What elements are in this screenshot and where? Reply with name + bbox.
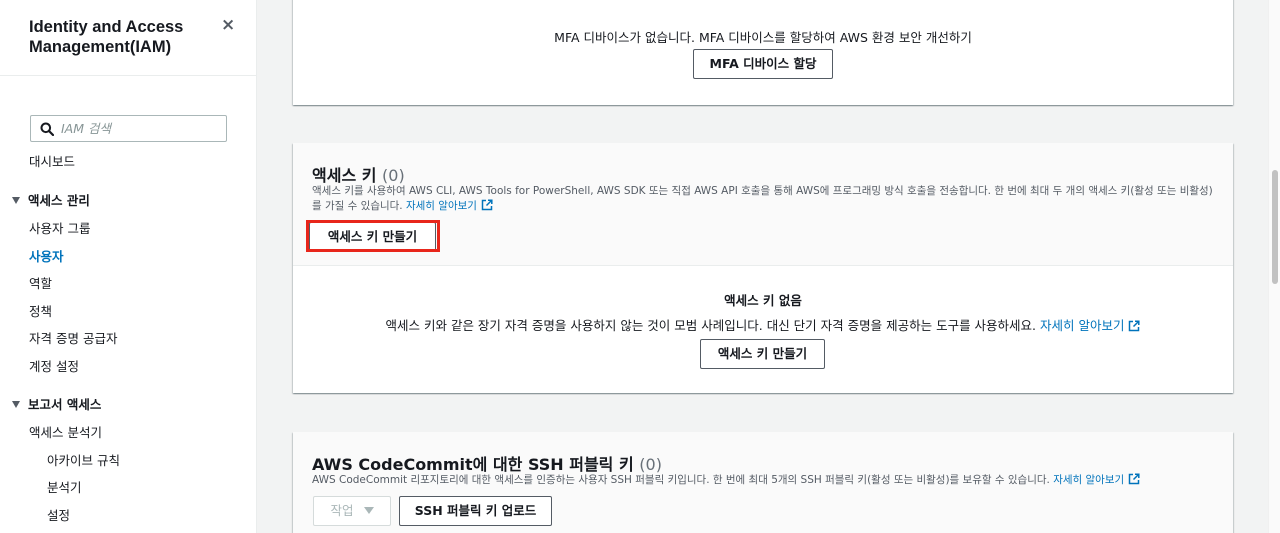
search-input[interactable] xyxy=(61,119,221,138)
access-keys-count: (0) xyxy=(382,166,405,185)
caret-down-icon xyxy=(12,401,20,408)
access-keys-title: 액세스 키 (0) xyxy=(312,166,405,185)
sidebar-item-archive-rules[interactable]: 아카이브 규칙 xyxy=(47,450,120,469)
sidebar-item-users[interactable]: 사용자 xyxy=(29,246,64,265)
sidebar-item-analyzers[interactable]: 분석기 xyxy=(47,477,82,496)
caret-down-icon xyxy=(12,197,20,204)
access-keys-header: 액세스 키 (0) 액세스 키를 사용하여 AWS CLI, AWS Tools… xyxy=(293,143,1233,266)
access-keys-learn-more-link[interactable]: 자세히 알아보기 xyxy=(406,200,477,212)
sidebar-section-label: 보고서 액세스 xyxy=(28,397,102,412)
sidebar-section-label: 액세스 관리 xyxy=(28,193,90,208)
ssh-keys-count: (0) xyxy=(639,455,662,474)
scrollbar-thumb[interactable] xyxy=(1272,170,1278,284)
sidebar-title: Identity and Access Management(IAM) xyxy=(29,18,184,56)
create-access-key-button[interactable]: 액세스 키 만들기 xyxy=(309,222,436,252)
ssh-keys-learn-more-link[interactable]: 자세히 알아보기 xyxy=(1053,474,1124,486)
external-link-icon xyxy=(1128,473,1140,485)
sidebar-item-dashboard[interactable]: 대시보드 xyxy=(29,151,75,170)
sidebar-item-roles[interactable]: 역할 xyxy=(29,273,52,292)
mfa-empty-message: MFA 디바이스가 없습니다. MFA 디바이스를 할당하여 AWS 환경 보안… xyxy=(554,30,972,45)
external-link-icon xyxy=(481,199,493,211)
access-keys-panel: 액세스 키 (0) 액세스 키를 사용하여 AWS CLI, AWS Tools… xyxy=(293,143,1233,393)
ssh-keys-title: AWS CodeCommit에 대한 SSH 퍼블릭 키 (0) xyxy=(312,455,662,474)
ssh-keys-panel: AWS CodeCommit에 대한 SSH 퍼블릭 키 (0) AWS Cod… xyxy=(293,432,1233,533)
sidebar-item-account-settings[interactable]: 계정 설정 xyxy=(29,356,79,375)
assign-mfa-button[interactable]: MFA 디바이스 할당 xyxy=(693,49,833,79)
iam-console: Identity and Access Management(IAM) × 대시… xyxy=(0,0,1280,533)
search-icon xyxy=(40,122,54,136)
sidebar-item-policies[interactable]: 정책 xyxy=(29,301,52,320)
sidebar-section-access-management[interactable]: 액세스 관리 xyxy=(12,190,90,209)
access-keys-description: 액세스 키를 사용하여 AWS CLI, AWS Tools for Power… xyxy=(312,185,1213,212)
access-keys-empty-learn-more-link[interactable]: 자세히 알아보기 xyxy=(1040,318,1124,333)
sidebar-item-access-analyzer[interactable]: 액세스 분석기 xyxy=(29,422,102,441)
create-access-key-empty-button[interactable]: 액세스 키 만들기 xyxy=(700,339,825,369)
sidebar-divider xyxy=(0,75,256,76)
sidebar: Identity and Access Management(IAM) × 대시… xyxy=(0,0,257,533)
external-link-icon xyxy=(1129,320,1141,332)
close-icon[interactable]: × xyxy=(221,15,235,35)
sidebar-item-settings[interactable]: 설정 xyxy=(47,505,70,524)
sidebar-search[interactable] xyxy=(30,115,227,142)
dropdown-arrow-icon xyxy=(363,507,374,514)
sidebar-section-access-reports[interactable]: 보고서 액세스 xyxy=(12,394,101,413)
mfa-panel: MFA 디바이스가 없습니다. MFA 디바이스를 할당하여 AWS 환경 보안… xyxy=(293,0,1233,105)
actions-dropdown[interactable]: 작업 xyxy=(313,496,391,526)
ssh-keys-header: AWS CodeCommit에 대한 SSH 퍼블릭 키 (0) AWS Cod… xyxy=(293,432,1233,533)
access-keys-empty-title: 액세스 키 없음 xyxy=(724,293,802,308)
sidebar-item-identity-providers[interactable]: 자격 증명 공급자 xyxy=(29,328,117,347)
sidebar-item-user-groups[interactable]: 사용자 그룹 xyxy=(29,218,90,237)
access-keys-empty-message: 액세스 키와 같은 장기 자격 증명을 사용하지 않는 것이 모범 사례입니다.… xyxy=(293,315,1233,334)
page-scrollbar[interactable] xyxy=(1268,0,1280,533)
ssh-keys-description: AWS CodeCommit 리포지토리에 대한 액세스를 인증하는 사용자 S… xyxy=(312,473,1218,488)
upload-ssh-key-button[interactable]: SSH 퍼블릭 키 업로드 xyxy=(399,496,552,526)
